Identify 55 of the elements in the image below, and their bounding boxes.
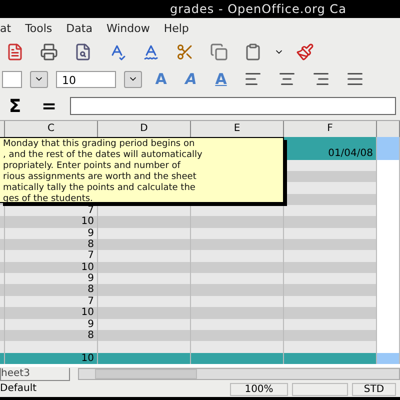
- comment-text: rious assignments are worth and the sheet: [3, 172, 198, 183]
- menu-item[interactable]: Data: [66, 22, 92, 34]
- sheet-tab[interactable]: heet3: [0, 368, 70, 380]
- comment-text: ges of the students.: [3, 194, 94, 205]
- paste-icon[interactable]: [244, 43, 262, 61]
- menu-item[interactable]: Tools: [25, 22, 52, 34]
- paintbrush-icon[interactable]: [296, 43, 314, 61]
- table-cell: [377, 352, 400, 364]
- table-cell: [377, 160, 400, 172]
- align-center-icon[interactable]: [278, 70, 296, 88]
- page-style-text: Default: [0, 382, 38, 396]
- menu-item[interactable]: Help: [164, 22, 189, 34]
- align-left-icon[interactable]: [244, 70, 262, 88]
- print-icon[interactable]: [40, 43, 58, 61]
- table-cell: 7: [5, 250, 98, 262]
- comment-text: propriately. Enter points and number of: [3, 161, 182, 172]
- comment-text: Monday that this grading period begins on: [3, 139, 196, 150]
- font-name-field[interactable]: [2, 70, 22, 88]
- table-cell: 01/04/08: [284, 148, 377, 160]
- table-cell: 10: [5, 307, 98, 318]
- font-size-field[interactable]: 10: [56, 70, 116, 88]
- cut-icon[interactable]: [176, 43, 194, 61]
- table-cell: 9: [5, 273, 98, 284]
- table-cell: 8: [5, 284, 98, 296]
- selection-mode-text[interactable]: STD: [352, 382, 396, 396]
- function-button[interactable]: =: [36, 96, 62, 116]
- print-preview-icon[interactable]: [74, 43, 92, 61]
- dropdown-button[interactable]: [30, 70, 48, 88]
- dropdown-button[interactable]: [124, 70, 142, 88]
- table-cell: 8: [5, 239, 98, 250]
- comment-text: , and the rest of the dates will automatically: [3, 150, 204, 161]
- table-cell: 7: [5, 296, 98, 308]
- zoom-text[interactable]: 100%: [230, 382, 288, 396]
- table-cell: 10: [5, 216, 98, 228]
- align-right-icon[interactable]: [312, 70, 330, 88]
- table-cell: 10: [5, 262, 98, 274]
- table-cell: 8: [5, 330, 98, 342]
- autospellcheck-icon[interactable]: [142, 43, 160, 61]
- pdf-icon[interactable]: [6, 43, 24, 61]
- table-cell: 9: [5, 228, 98, 240]
- table-cell: 7: [5, 205, 98, 216]
- formula-input-field[interactable]: [70, 97, 396, 115]
- sum-button[interactable]: Σ: [2, 96, 28, 116]
- align-justify-icon[interactable]: [346, 70, 364, 88]
- table-cell: 9: [5, 318, 98, 330]
- table-cell: [377, 148, 400, 160]
- copy-icon[interactable]: [210, 43, 228, 61]
- comment-text: matically tally the points and calculate the: [3, 183, 196, 194]
- table-cell: 10: [5, 352, 98, 364]
- menu-item[interactable]: at: [0, 22, 12, 34]
- menu-item[interactable]: Window: [106, 22, 150, 34]
- status-field: [292, 382, 348, 396]
- scrollbar-thumb[interactable]: [95, 369, 197, 379]
- table-cell: [377, 137, 400, 148]
- horizontal-scrollbar[interactable]: [78, 368, 400, 380]
